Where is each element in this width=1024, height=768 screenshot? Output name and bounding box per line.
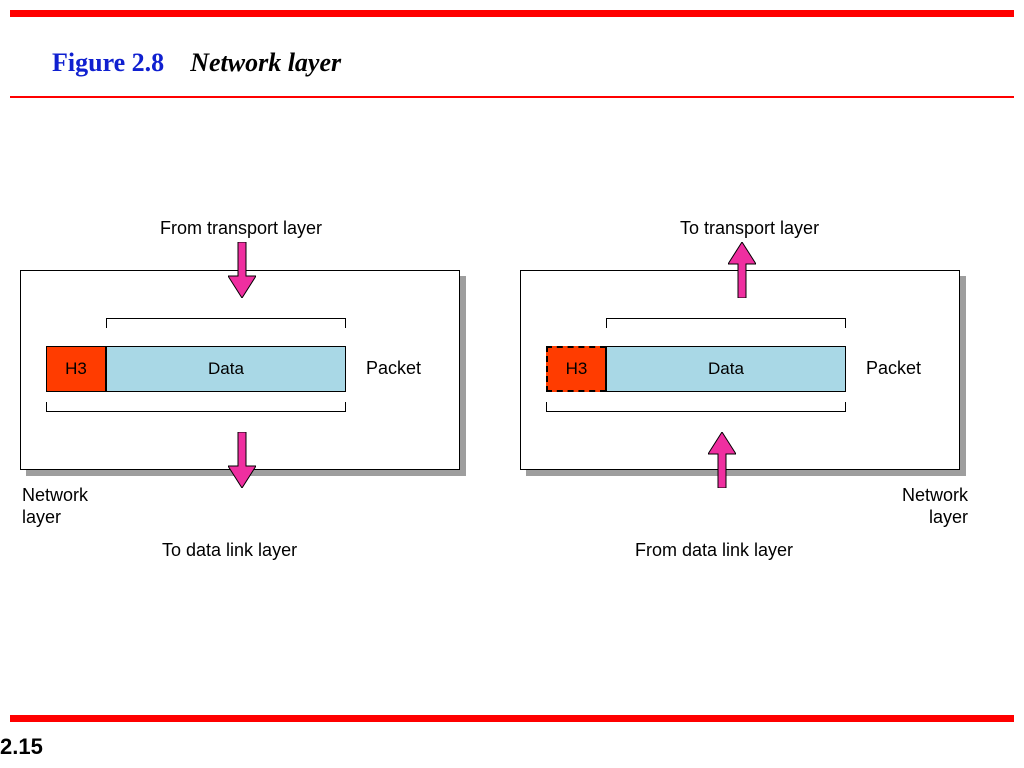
right-top-bracket <box>606 318 846 328</box>
top-rule-thick <box>10 10 1014 17</box>
right-data-field: Data <box>606 346 846 392</box>
arrow-down-icon <box>228 242 256 298</box>
right-layer-line2: layer <box>929 507 968 527</box>
bottom-rule-thick <box>10 715 1014 722</box>
figure-heading: Figure 2.8 Network layer <box>52 48 341 78</box>
left-top-bracket <box>106 318 346 328</box>
left-packet: H3 Data <box>46 346 346 392</box>
title-underline <box>10 96 1014 98</box>
right-h3-header: H3 <box>546 346 606 392</box>
network-layer-diagram: From transport layer H3 Data Packet Netw… <box>20 200 1000 600</box>
figure-number: Figure 2.8 <box>52 48 164 77</box>
right-packet-label: Packet <box>866 358 921 379</box>
right-layer-line1: Network <box>902 485 968 505</box>
left-data-field: Data <box>106 346 346 392</box>
right-layer-label: Network layer <box>902 484 968 528</box>
right-top-label: To transport layer <box>680 218 819 239</box>
left-packet-label: Packet <box>366 358 421 379</box>
arrow-up-icon <box>728 242 756 298</box>
page-number: 2.15 <box>0 734 43 760</box>
right-bottom-bracket <box>546 402 846 412</box>
right-packet: H3 Data <box>546 346 846 392</box>
arrow-up-icon <box>708 432 736 488</box>
left-bottom-label: To data link layer <box>162 540 297 561</box>
figure-title: Network layer <box>190 48 341 77</box>
left-top-label: From transport layer <box>160 218 322 239</box>
left-layer-line2: layer <box>22 507 61 527</box>
right-bottom-label: From data link layer <box>635 540 793 561</box>
left-layer-label: Network layer <box>22 484 88 528</box>
left-h3-header: H3 <box>46 346 106 392</box>
left-layer-line1: Network <box>22 485 88 505</box>
left-bottom-bracket <box>46 402 346 412</box>
arrow-down-icon <box>228 432 256 488</box>
